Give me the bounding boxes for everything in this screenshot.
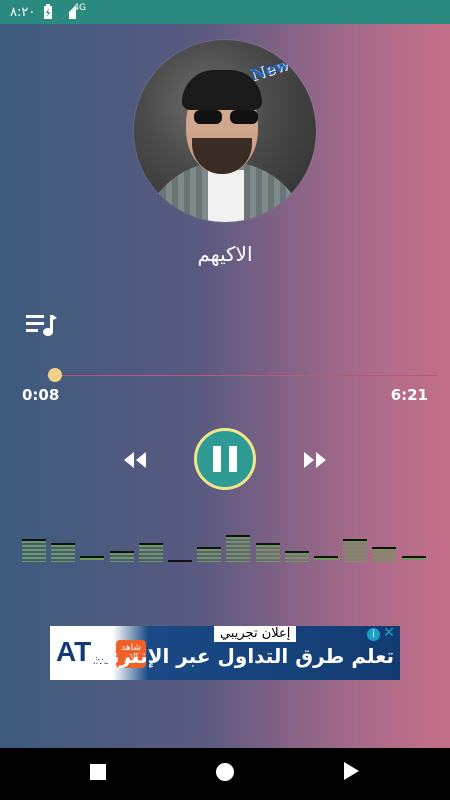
equalizer-bar-fill <box>284 553 309 562</box>
ad-test-label: إعلان تجريبي <box>214 626 297 642</box>
playlist-icon[interactable] <box>24 312 60 338</box>
equalizer-bar-fill <box>372 549 397 562</box>
android-nav-bar <box>0 748 450 800</box>
equalizer-bar-fill <box>51 545 76 562</box>
recents-button[interactable] <box>90 764 106 780</box>
playback-controls <box>0 428 450 492</box>
equalizer-bar-fill <box>138 545 163 562</box>
equalizer-bar <box>314 556 338 562</box>
ad-info-icon[interactable]: i <box>367 628 380 641</box>
ad-logo: AT <box>56 636 92 667</box>
rewind-icon <box>124 452 146 468</box>
current-time: 0:08 <box>22 386 60 404</box>
back-button[interactable] <box>344 762 359 780</box>
equalizer-bar-fill <box>22 541 46 562</box>
battery-charging-icon <box>43 4 53 20</box>
ad-banner[interactable]: AT live شاهد الآن تعلم طرق التداول عبر ا… <box>50 626 400 680</box>
equalizer-bar <box>226 535 251 562</box>
pause-icon <box>213 446 221 472</box>
equalizer-bar-fill <box>80 558 105 562</box>
ad-headline: تعلم طرق التداول عبر الإنترنت <box>90 644 394 668</box>
track-title: الاكيهم <box>197 242 253 266</box>
progress-knob[interactable] <box>48 368 63 382</box>
ad-close-icon[interactable]: ✕ <box>382 626 396 640</box>
equalizer-bar-fill <box>109 553 134 562</box>
duration: 6:21 <box>390 386 428 404</box>
album-art-hair <box>182 70 262 110</box>
rewind-button[interactable] <box>122 450 148 470</box>
fast-forward-icon <box>304 452 326 468</box>
equalizer-bar <box>168 560 192 562</box>
clock: ٨:٢٠ <box>10 4 36 20</box>
equalizer-bar <box>197 547 222 562</box>
network-type: 4G <box>73 3 87 13</box>
album-art-shirt <box>208 170 244 222</box>
equalizer-bar <box>138 543 163 562</box>
equalizer-bar <box>80 556 105 562</box>
equalizer-bar <box>372 547 397 562</box>
album-art-sunglasses <box>194 110 258 124</box>
equalizer-bar-fill <box>226 537 251 562</box>
equalizer-bar <box>401 556 426 562</box>
equalizer-bar <box>22 539 46 562</box>
progress-track[interactable] <box>47 375 437 376</box>
pause-button[interactable] <box>194 428 256 490</box>
equalizer-bar-fill <box>401 558 426 562</box>
equalizer-bar-fill <box>343 541 368 562</box>
equalizer-bar-fill <box>314 558 338 562</box>
equalizer-bar <box>284 551 309 562</box>
equalizer-bar-fill <box>255 545 280 562</box>
home-button[interactable] <box>216 763 234 781</box>
status-bar: ٨:٢٠ 4G <box>0 0 450 24</box>
equalizer-bar <box>343 539 368 562</box>
fast-forward-button[interactable] <box>302 450 328 470</box>
equalizer-bar-fill <box>197 549 222 562</box>
equalizer-bar <box>255 543 280 562</box>
album-art: New <box>134 40 316 222</box>
equalizer-bar <box>109 551 134 562</box>
equalizer-bar-cap <box>168 560 192 562</box>
equalizer-bar <box>51 543 76 562</box>
new-tag: New <box>248 54 291 85</box>
equalizer-visualizer <box>22 520 430 562</box>
